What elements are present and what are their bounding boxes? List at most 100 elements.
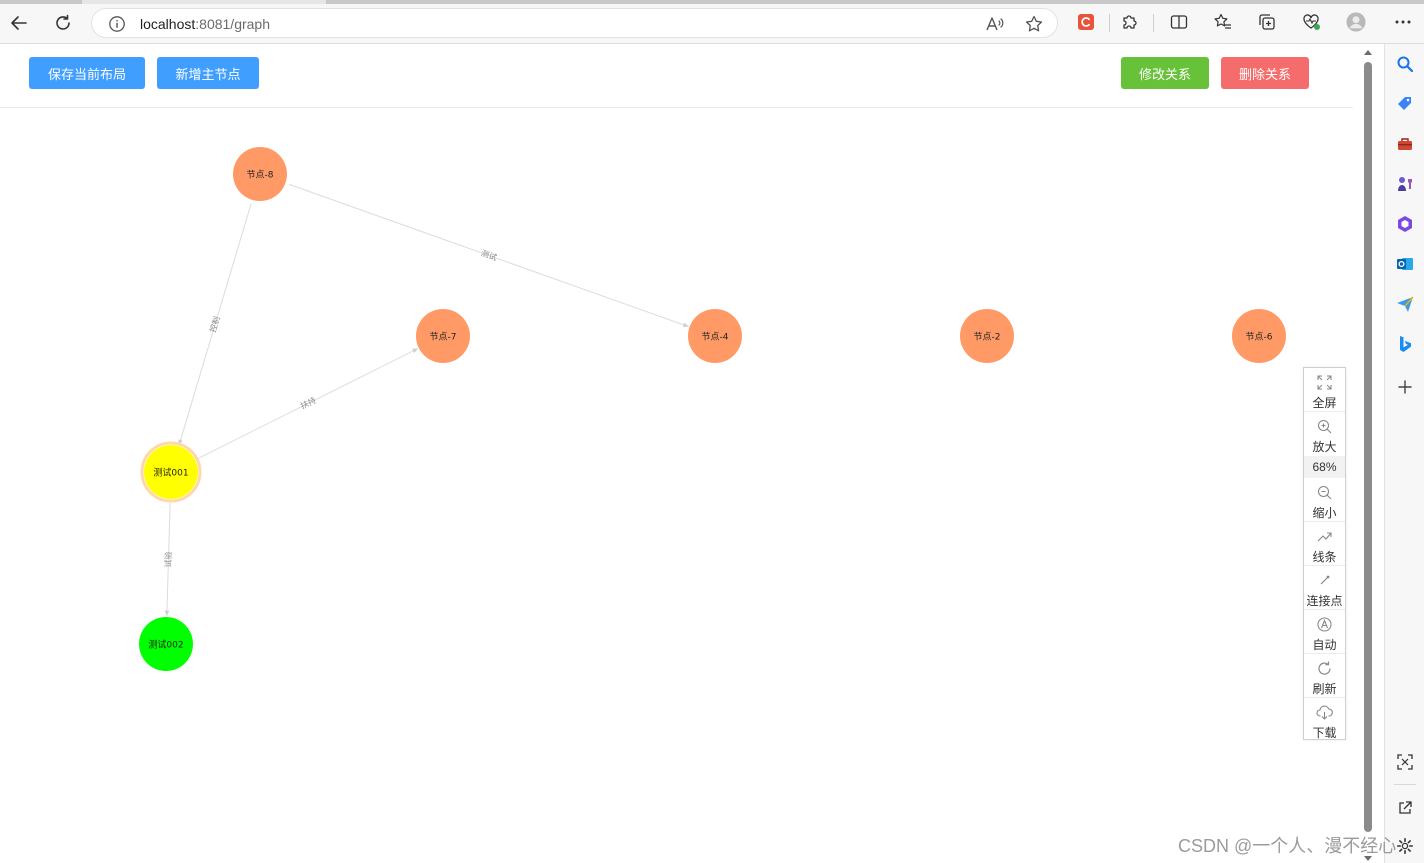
puzzle-icon bbox=[1123, 15, 1137, 29]
plus-icon bbox=[1398, 380, 1412, 394]
sidebar-bing-button[interactable] bbox=[1395, 334, 1415, 354]
sidebar-search-button[interactable] bbox=[1395, 54, 1415, 74]
sidebar-tools-button[interactable] bbox=[1395, 134, 1415, 154]
relation-link-label[interactable]: 控制 bbox=[208, 315, 222, 333]
collections-button[interactable] bbox=[1257, 12, 1277, 32]
split-screen-button[interactable] bbox=[1169, 12, 1189, 32]
graph-node-label: 节点-8 bbox=[247, 170, 274, 181]
favorites-button[interactable] bbox=[1213, 12, 1233, 32]
settings-more-button[interactable] bbox=[1393, 12, 1413, 32]
auto-layout-tool[interactable]: 自动 bbox=[1304, 610, 1345, 654]
info-icon[interactable] bbox=[108, 15, 126, 33]
add-main-node-button[interactable]: 新增主节点 bbox=[157, 57, 259, 89]
edge-sidebar bbox=[1384, 44, 1424, 863]
refresh-label: 刷新 bbox=[1312, 682, 1337, 696]
zoom-in-tool[interactable]: 放大 bbox=[1304, 412, 1345, 456]
heart-pulse-icon bbox=[1303, 14, 1320, 30]
refresh-button[interactable] bbox=[51, 11, 75, 35]
connect-point-label: 连接点 bbox=[1306, 594, 1343, 608]
shopping-tag-icon bbox=[1398, 97, 1411, 110]
tab-strip bbox=[0, 0, 1424, 4]
cloud-download-icon bbox=[1316, 705, 1333, 720]
trend-line-icon bbox=[1317, 532, 1332, 542]
graph-node-label: 测试001 bbox=[153, 467, 188, 479]
graph-node[interactable]: 节点-4 bbox=[688, 309, 742, 363]
more-horizontal-icon bbox=[1395, 20, 1411, 24]
relation-graph-canvas[interactable]: 测试控制扶持试验 节点-8 节点-7 节点-4 节点-2 节点-6 测试001 测试002 bbox=[0, 108, 1353, 863]
zoom-in-icon bbox=[1317, 419, 1332, 434]
sidebar-open-external-button[interactable] bbox=[1395, 798, 1415, 818]
sidebar-outlook-button[interactable] bbox=[1395, 254, 1415, 274]
links-layer: 测试控制扶持试验 bbox=[163, 183, 689, 617]
sidebar-divider bbox=[1394, 784, 1416, 785]
url-host: localhost bbox=[140, 16, 196, 32]
download-label: 下载 bbox=[1312, 726, 1337, 740]
refresh-tool[interactable]: 刷新 bbox=[1304, 654, 1345, 698]
sidebar-shopping-button[interactable] bbox=[1395, 94, 1415, 114]
relation-link-label[interactable]: 测试 bbox=[480, 248, 498, 263]
refresh-icon bbox=[1318, 661, 1331, 675]
sidebar-screenshot-button[interactable] bbox=[1395, 752, 1415, 772]
profile-button[interactable] bbox=[1346, 12, 1366, 32]
graph-node[interactable]: 节点-6 bbox=[1232, 309, 1286, 363]
toolbar-separator bbox=[1109, 14, 1110, 32]
sidebar-drop-button[interactable] bbox=[1395, 294, 1415, 314]
address-bar[interactable]: localhost:8081/graph bbox=[91, 8, 1058, 38]
extensions-button[interactable] bbox=[1120, 12, 1140, 32]
zoom-out-tool[interactable]: 缩小 bbox=[1304, 478, 1345, 522]
graph-node[interactable]: 节点-2 bbox=[960, 309, 1014, 363]
favorites-list-icon bbox=[1214, 13, 1231, 29]
fullscreen-tool[interactable]: 全屏 bbox=[1304, 368, 1345, 412]
graph-node[interactable]: 测试001 bbox=[140, 441, 202, 503]
tab-inactive-edge bbox=[326, 0, 1424, 4]
scrollbar-thumb[interactable] bbox=[1364, 62, 1372, 832]
download-tool[interactable]: 下载 bbox=[1304, 698, 1345, 742]
connect-point-tool[interactable]: 连接点 bbox=[1304, 566, 1345, 610]
graph-node-label: 节点-4 bbox=[702, 332, 729, 343]
favorite-star-icon[interactable] bbox=[1024, 14, 1044, 34]
read-aloud-icon[interactable] bbox=[985, 15, 1005, 33]
graph-node[interactable]: 测试002 bbox=[139, 617, 193, 671]
graph-node-label: 节点-7 bbox=[430, 332, 457, 343]
url-text[interactable]: localhost:8081/graph bbox=[140, 16, 270, 32]
scroll-up-arrow-icon[interactable] bbox=[1363, 48, 1373, 56]
zoom-level-readout: 68% bbox=[1304, 456, 1345, 478]
graph-node[interactable]: 节点-7 bbox=[416, 309, 470, 363]
graph-node[interactable]: 节点-8 bbox=[233, 147, 287, 201]
line-style-label: 线条 bbox=[1312, 550, 1337, 564]
relation-link-label[interactable]: 扶持 bbox=[299, 395, 318, 411]
sidebar-games-button[interactable] bbox=[1395, 174, 1415, 194]
auto-layout-label: 自动 bbox=[1312, 638, 1337, 652]
delete-relation-button[interactable]: 删除关系 bbox=[1221, 57, 1309, 89]
back-button[interactable] bbox=[7, 11, 31, 35]
search-icon bbox=[1397, 56, 1414, 73]
paper-plane-icon bbox=[1397, 296, 1414, 312]
csdn-watermark: CSDN @一个人、漫不经心 bbox=[1178, 836, 1397, 856]
chess-piece-icon bbox=[1398, 177, 1412, 191]
avatar-icon bbox=[1346, 12, 1366, 32]
bing-icon bbox=[1400, 336, 1411, 352]
relation-link-label[interactable]: 试验 bbox=[163, 551, 173, 567]
collections-icon bbox=[1259, 14, 1275, 30]
line-style-tool[interactable]: 线条 bbox=[1304, 522, 1345, 566]
csdn-extension-icon[interactable] bbox=[1076, 12, 1096, 32]
save-layout-button[interactable]: 保存当前布局 bbox=[29, 57, 145, 89]
nodes-layer: 节点-8 节点-7 节点-4 节点-2 节点-6 测试001 测试002 bbox=[139, 147, 1286, 671]
graph-node-label: 节点-6 bbox=[1246, 332, 1273, 343]
browser-toolbar: localhost:8081/graph bbox=[0, 0, 1424, 44]
gear-icon bbox=[1397, 838, 1413, 854]
edit-relation-button[interactable]: 修改关系 bbox=[1121, 57, 1209, 89]
outlook-icon bbox=[1397, 258, 1413, 270]
graph-tool-panel: 全屏 放大 68% 缩小 线条 连接点 自动 刷新 下载 bbox=[1303, 367, 1346, 740]
sidebar-add-button[interactable] bbox=[1395, 377, 1415, 397]
office-icon bbox=[1398, 216, 1412, 232]
fullscreen-icon bbox=[1317, 375, 1332, 390]
csdn-logo-icon bbox=[1078, 14, 1094, 30]
graph-node-label: 测试002 bbox=[148, 639, 183, 651]
arrow-left-icon bbox=[11, 16, 27, 30]
sidebar-office-button[interactable] bbox=[1395, 214, 1415, 234]
browser-essentials-button[interactable] bbox=[1301, 12, 1321, 32]
toolbox-icon bbox=[1398, 138, 1412, 150]
connector-icon bbox=[1320, 575, 1330, 585]
sidebar-settings-button[interactable] bbox=[1395, 836, 1415, 856]
